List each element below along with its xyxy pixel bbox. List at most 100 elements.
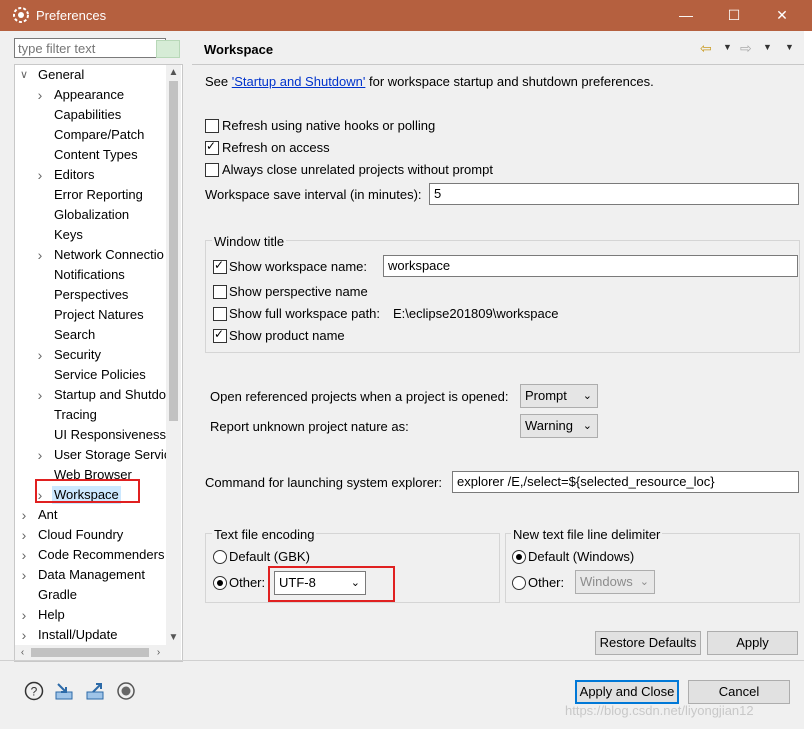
chevron-right-icon[interactable]: › — [35, 446, 45, 464]
clear-filter-icon[interactable] — [156, 40, 180, 58]
open-referenced-label: Open referenced projects when a project … — [210, 389, 509, 404]
tree-item[interactable]: › Ant — [15, 506, 165, 524]
refresh-native-checkbox[interactable] — [205, 119, 219, 133]
tree-item[interactable]: › Network Connectio — [15, 246, 165, 264]
chevron-right-icon[interactable]: › — [19, 506, 29, 524]
chevron-right-icon[interactable]: › — [19, 526, 29, 544]
chevron-right-icon[interactable]: › — [35, 246, 45, 264]
import-icon[interactable] — [54, 681, 74, 701]
tree-item[interactable]: › User Storage Servic — [15, 446, 171, 464]
tree-item[interactable]: › Appearance — [15, 86, 165, 104]
tree-item-label: Globalization — [54, 207, 130, 222]
view-menu-icon[interactable]: ▼ — [785, 42, 794, 52]
encoding-other-radio[interactable] — [213, 576, 227, 590]
save-interval-label: Workspace save interval (in minutes): — [205, 187, 422, 202]
help-icon[interactable]: ? — [24, 681, 44, 701]
background-window-edge — [804, 31, 812, 729]
tree-item[interactable]: Project Natures — [15, 306, 165, 324]
tree-item-label: Notifications — [54, 267, 125, 282]
close-window-button[interactable]: ✕ — [762, 3, 802, 28]
tree-item[interactable]: › Cloud Foundry — [15, 526, 165, 544]
tree-item-label: Keys — [54, 227, 83, 242]
tree-item[interactable]: Keys — [15, 226, 165, 244]
chevron-right-icon[interactable]: › — [35, 346, 45, 364]
delimiter-other-radio[interactable] — [512, 576, 526, 590]
chevron-right-icon[interactable]: › — [35, 386, 45, 404]
h-scroll-thumb[interactable] — [31, 648, 149, 657]
chevron-right-icon[interactable]: › — [19, 606, 29, 624]
cancel-button[interactable]: Cancel — [688, 680, 790, 704]
refresh-access-checkbox[interactable] — [205, 139, 219, 155]
tree-item-label: Appearance — [54, 87, 125, 102]
chevron-right-icon[interactable]: › — [19, 626, 29, 644]
encoding-other-label: Other: — [229, 575, 266, 590]
delimiter-select[interactable]: Windows ⌄ — [575, 570, 655, 594]
tree-horizontal-scrollbar[interactable]: ‹ › — [15, 645, 166, 660]
workspace-name-input[interactable]: workspace — [383, 255, 798, 277]
encoding-legend: Text file encoding — [212, 527, 317, 542]
delimiter-default-radio[interactable] — [512, 550, 526, 564]
encoding-default-radio[interactable] — [213, 550, 227, 564]
minimize-button[interactable]: — — [666, 3, 706, 28]
apply-and-close-button[interactable]: Apply and Close — [575, 680, 679, 704]
explorer-cmd-input[interactable]: explorer /E,/select=${selected_resource_… — [452, 471, 799, 493]
back-menu-icon[interactable]: ▼ — [723, 42, 732, 52]
tree-item[interactable]: ∨ General — [15, 66, 165, 84]
maximize-button[interactable]: ☐ — [714, 3, 754, 28]
tree-item[interactable]: Tracing — [15, 406, 165, 424]
tree-item[interactable]: › Install/Update — [15, 626, 165, 644]
tree-item[interactable]: Search — [15, 326, 165, 344]
tree-item-label: Capabilities — [54, 107, 122, 122]
tree-item[interactable]: Globalization — [15, 206, 165, 224]
tree-vertical-scrollbar[interactable]: ▲ ▼ — [166, 65, 181, 660]
apply-button[interactable]: Apply — [707, 631, 798, 655]
always-close-checkbox[interactable] — [205, 163, 219, 177]
forward-arrow-icon[interactable]: ⇨ — [740, 40, 752, 57]
scroll-right-icon[interactable]: › — [151, 645, 166, 660]
tree-item[interactable]: › Help — [15, 606, 165, 624]
scroll-up-icon[interactable]: ▲ — [166, 65, 181, 80]
restore-defaults-button[interactable]: Restore Defaults — [595, 631, 701, 655]
forward-menu-icon[interactable]: ▼ — [763, 42, 772, 52]
tree-item[interactable]: › Editors — [15, 166, 165, 184]
startup-shutdown-link[interactable]: 'Startup and Shutdown' — [232, 74, 366, 89]
record-icon[interactable] — [116, 681, 136, 701]
window-title: Preferences — [36, 8, 107, 23]
show-workspace-name-checkbox[interactable] — [213, 258, 227, 274]
tree-item[interactable]: Content Types — [15, 146, 165, 164]
show-path-checkbox[interactable] — [213, 307, 227, 321]
tree-item[interactable]: Gradle — [15, 586, 165, 604]
tree-item[interactable]: UI Responsiveness — [15, 426, 166, 444]
chevron-right-icon[interactable]: › — [35, 166, 45, 184]
tree-item[interactable]: Notifications — [15, 266, 165, 284]
open-referenced-value: Prompt — [525, 388, 567, 403]
tree-item[interactable]: › Startup and Shutdo — [15, 386, 167, 404]
filter-input[interactable] — [14, 38, 166, 58]
report-unknown-label: Report unknown project nature as: — [210, 419, 409, 434]
export-icon[interactable] — [85, 681, 105, 701]
chevron-right-icon[interactable]: › — [19, 546, 29, 564]
title-bar[interactable]: Preferences — ☐ ✕ — [0, 0, 812, 31]
tree-item[interactable]: Error Reporting — [15, 186, 165, 204]
chevron-right-icon[interactable]: › — [35, 86, 45, 104]
tree-item[interactable]: Compare/Patch — [15, 126, 165, 144]
scroll-left-icon[interactable]: ‹ — [15, 645, 30, 660]
tree-item[interactable]: › Security — [15, 346, 165, 364]
scroll-thumb[interactable] — [169, 81, 178, 421]
chevron-down-icon: ⌄ — [582, 420, 592, 432]
show-product-checkbox[interactable] — [213, 327, 227, 343]
tree-item[interactable]: Capabilities — [15, 106, 165, 124]
tree-item[interactable]: › Code Recommenders — [15, 546, 165, 564]
open-referenced-select[interactable]: Prompt ⌄ — [520, 384, 598, 408]
show-perspective-checkbox[interactable] — [213, 285, 227, 299]
tree-item[interactable]: › Data Management — [15, 566, 165, 584]
scroll-down-icon[interactable]: ▼ — [166, 630, 181, 645]
chevron-right-icon[interactable]: › — [19, 566, 29, 584]
tree-item[interactable]: Service Policies — [15, 366, 165, 384]
chevron-down-icon[interactable]: ∨ — [19, 66, 29, 84]
back-arrow-icon[interactable]: ⇦ — [700, 40, 712, 57]
report-unknown-select[interactable]: Warning ⌄ — [520, 414, 598, 438]
save-interval-input[interactable]: 5 — [429, 183, 799, 205]
tree-item[interactable]: Perspectives — [15, 286, 165, 304]
tree-item-label: Startup and Shutdo — [54, 387, 167, 402]
